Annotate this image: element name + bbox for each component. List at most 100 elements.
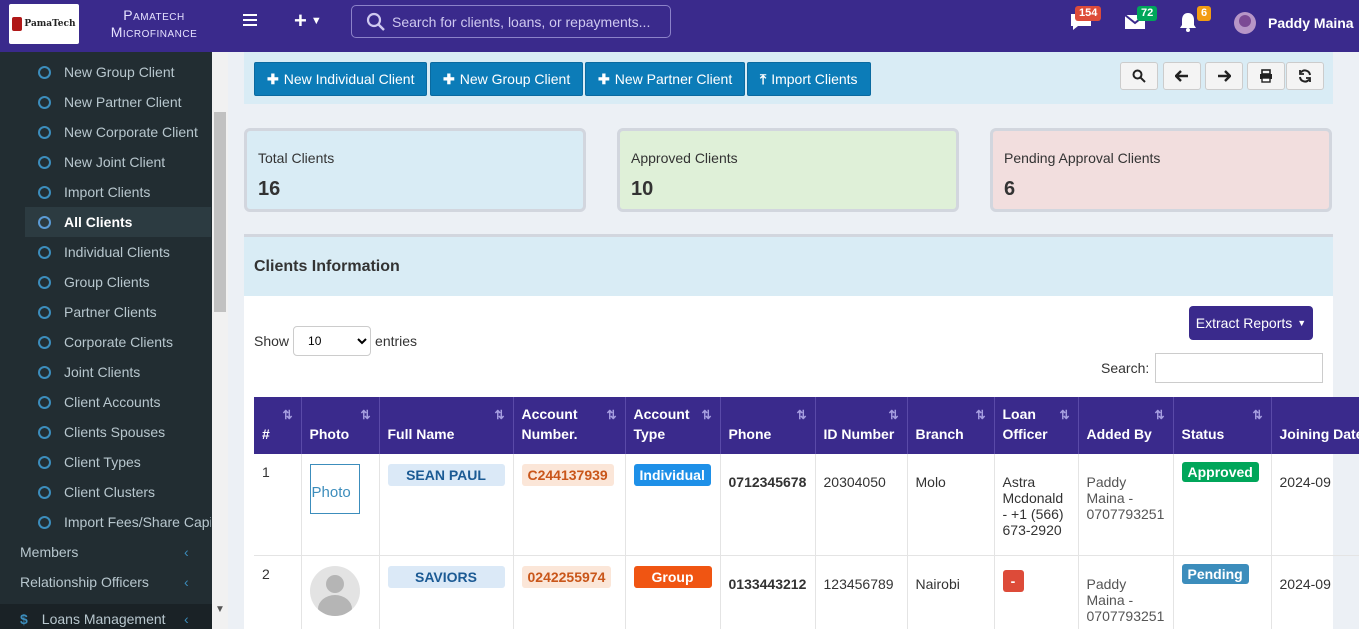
sidebar-item-new-group-client[interactable]: New Group Client (25, 57, 211, 87)
col-header-phone[interactable]: Phone ⇅ (720, 397, 816, 454)
cell-photo (301, 555, 380, 629)
col-header-added-by[interactable]: Added By ⇅ (1078, 397, 1174, 454)
sidebar-item-new-corporate-client[interactable]: New Corporate Client (25, 117, 211, 147)
sidebar-item-label: New Partner Client (64, 94, 182, 110)
header-label: Loan Officer (1002, 406, 1048, 442)
cell-number: 2 (254, 555, 302, 629)
circle-icon (38, 485, 51, 499)
global-search-input[interactable] (392, 10, 662, 34)
col-header-loan-officer[interactable]: Loan Officer ⇅ (994, 397, 1079, 454)
button-label: New Group Client (459, 71, 571, 87)
search-icon (366, 12, 385, 31)
back-button[interactable] (1163, 62, 1201, 90)
import-clients-button[interactable]: ⤒ Import Clients (747, 62, 871, 96)
sidebar-item-label: Group Clients (64, 274, 150, 290)
sort-icon: ⇅ (360, 408, 371, 422)
sidebar-item-import-fees[interactable]: Import Fees/Share Capi (25, 507, 211, 537)
sidebar-item-label: Client Types (64, 454, 141, 470)
refresh-button[interactable] (1286, 62, 1324, 90)
entries-select[interactable]: 10 (293, 326, 372, 356)
sidebar-item-client-clusters[interactable]: Client Clusters (25, 477, 211, 507)
show-label: Show (254, 333, 290, 349)
circle-icon (38, 425, 51, 439)
sidebar-item-individual-clients[interactable]: Individual Clients (25, 237, 211, 267)
sidebar-item-client-types[interactable]: Client Types (25, 447, 211, 477)
header-label: Branch (915, 426, 964, 442)
col-header-account-number[interactable]: Account Number. ⇅ (513, 397, 626, 454)
col-header-full-name[interactable]: Full Name ⇅ (379, 397, 514, 454)
account-number-badge[interactable]: 0242255974 (521, 565, 612, 588)
col-header-branch[interactable]: Branch ⇅ (907, 397, 995, 454)
sidebar-item-new-partner-client[interactable]: New Partner Client (25, 87, 211, 117)
col-header-account-type[interactable]: Account Type ⇅ (625, 397, 721, 454)
menu-toggle-icon[interactable] (243, 14, 257, 28)
client-photo[interactable]: Photo (309, 464, 360, 514)
sidebar-scrollbar-thumb[interactable] (214, 112, 226, 312)
header-label: Account Type (633, 406, 690, 442)
sidebar-item-group-clients[interactable]: Group Clients (25, 267, 211, 297)
stat-label: Approved Clients (631, 150, 738, 166)
extract-reports-button[interactable]: Extract Reports ▼ (1189, 306, 1313, 340)
header-label: # (262, 426, 270, 442)
circle-icon (38, 95, 51, 109)
cell-full-name: SAVIORS (379, 555, 514, 629)
sidebar-section-relationship-officers[interactable]: Relationship Officers ‹ (0, 567, 212, 597)
arrow-left-icon (1175, 70, 1188, 82)
quick-add-dropdown[interactable]: + ▼ (294, 8, 322, 34)
col-header-status[interactable]: Status ⇅ (1173, 397, 1272, 454)
sidebar-item-client-accounts[interactable]: Client Accounts (25, 387, 211, 417)
sidebar-item-corporate-clients[interactable]: Corporate Clients (25, 327, 211, 357)
client-name-link[interactable]: SAVIORS (387, 565, 505, 588)
sidebar-item-all-clients[interactable]: All Clients (25, 207, 211, 237)
sidebar-section-label: Members (20, 544, 79, 560)
sort-icon: ⇅ (494, 408, 505, 422)
sidebar-item-import-clients[interactable]: Import Clients (25, 177, 211, 207)
sidebar-item-clients-spouses[interactable]: Clients Spouses (25, 417, 211, 447)
print-button[interactable] (1247, 62, 1285, 90)
header-label: Joining Date (1279, 426, 1359, 442)
sidebar-item-label: Client Clusters (64, 484, 156, 500)
user-menu[interactable]: Paddy Maina (1234, 10, 1354, 36)
new-individual-client-button[interactable]: ✚ New Individual Client (254, 62, 428, 96)
table-search-input[interactable] (1155, 353, 1324, 383)
cell-status: Approved (1173, 454, 1272, 556)
circle-icon (38, 125, 51, 139)
sidebar-item-new-joint-client[interactable]: New Joint Client (25, 147, 211, 177)
new-partner-client-button[interactable]: ✚ New Partner Client (585, 62, 746, 96)
clients-table: # ⇅ Photo ⇅ Full Name ⇅ Account Number. ⇅ Ac… (254, 397, 1359, 629)
col-header-photo[interactable]: Photo ⇅ (301, 397, 380, 454)
refresh-icon (1299, 69, 1311, 83)
sidebar-item-label: New Group Client (64, 64, 175, 80)
sidebar-section-members[interactable]: Members ‹ (0, 537, 212, 567)
print-icon (1260, 69, 1272, 83)
forward-button[interactable] (1205, 62, 1243, 90)
cell-full-name: SEAN PAUL (379, 454, 514, 556)
sidebar-section-loans-management[interactable]: $ Loans Management ‹ (0, 604, 212, 629)
top-navbar: PamaTech Pamatech Microfinance +▼ 154 72… (0, 0, 1359, 52)
col-header-id-number[interactable]: ID Number ⇅ (815, 397, 908, 454)
avatar-placeholder-icon[interactable] (309, 565, 360, 616)
new-group-client-button[interactable]: ✚ New Group Client (430, 62, 584, 96)
search-tool-button[interactable] (1120, 62, 1158, 90)
brand-name-line2: Microfinance (110, 24, 198, 40)
stat-approved-clients: Approved Clients 10 (617, 128, 959, 212)
sort-icon: ⇅ (282, 408, 293, 422)
scroll-down-arrow-icon[interactable]: ▼ (215, 604, 225, 615)
circle-icon (38, 65, 51, 79)
header-label: ID Number (823, 426, 895, 442)
col-header-joining-date[interactable]: Joining Date (1271, 397, 1359, 454)
button-label: New Partner Client (614, 71, 733, 87)
brand-logo[interactable]: PamaTech (9, 4, 79, 44)
sidebar-item-partner-clients[interactable]: Partner Clients (25, 297, 211, 327)
col-header-number[interactable]: # ⇅ (254, 397, 302, 454)
account-number-badge[interactable]: C244137939 (521, 464, 614, 486)
table-row[interactable]: 1 Photo SEAN PAUL C244137939 Individual … (254, 454, 1359, 556)
entries-length-control: Show 10 entries (254, 326, 417, 356)
no-officer-badge: - (1002, 569, 1024, 592)
sort-icon: ⇅ (888, 408, 899, 422)
client-name-link[interactable]: SEAN PAUL (387, 464, 505, 486)
plus-icon: ✚ (443, 70, 455, 87)
table-row[interactable]: 2 SAVIORS 0242255974 Group 0133443212 12… (254, 555, 1359, 629)
notifications-badge: 6 (1197, 6, 1212, 21)
sidebar-item-joint-clients[interactable]: Joint Clients (25, 357, 211, 387)
